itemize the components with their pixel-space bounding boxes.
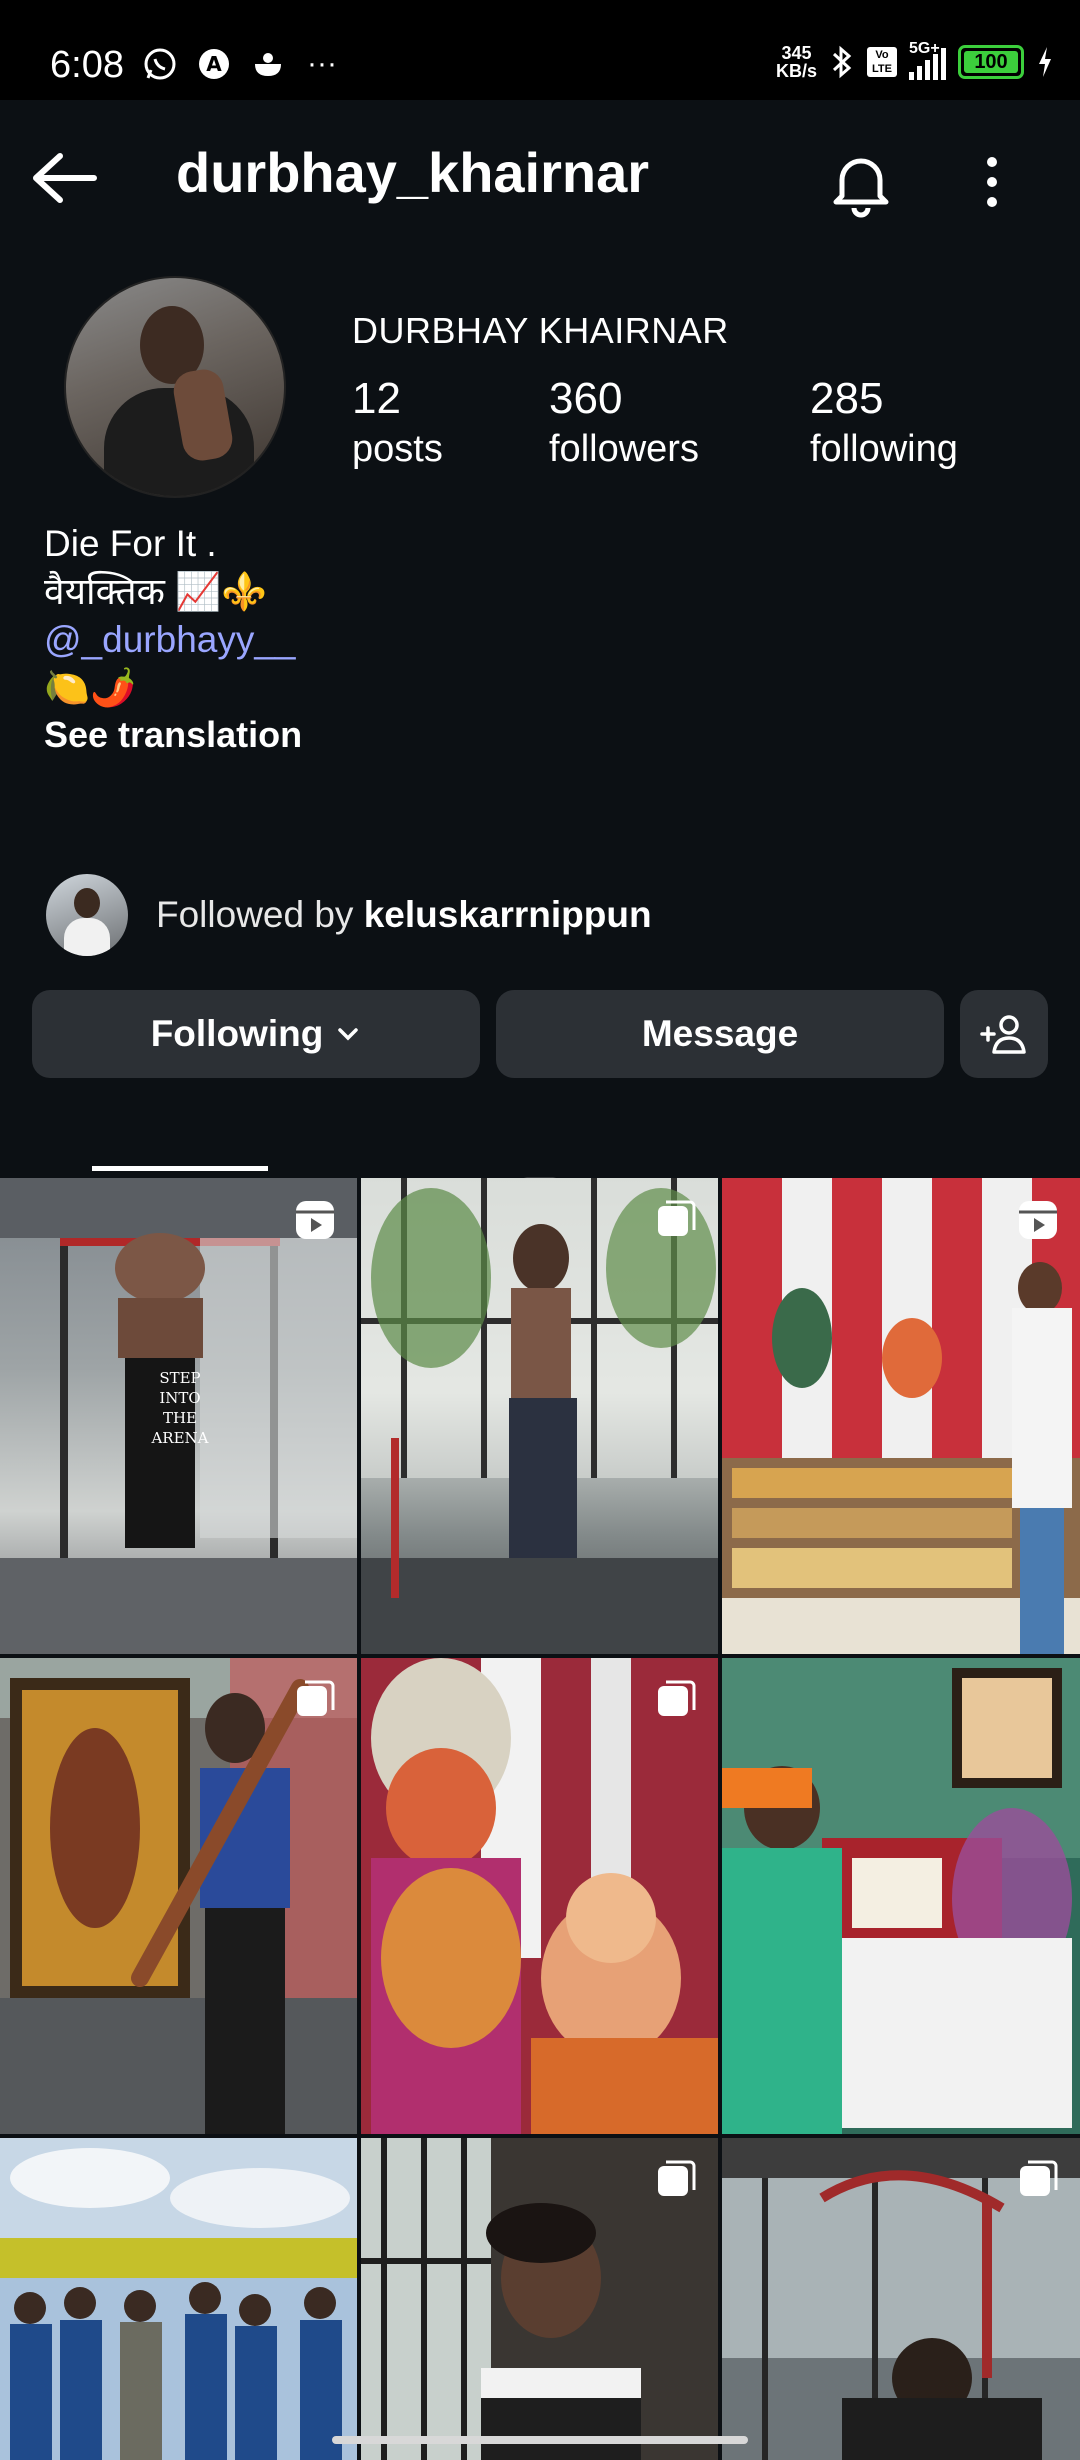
post-3-scene bbox=[722, 1178, 1080, 1654]
see-translation-link[interactable]: See translation bbox=[44, 714, 302, 756]
grid-post-2[interactable] bbox=[361, 1178, 718, 1654]
post-1-overlay-text: STEP INTO THE ARENA bbox=[151, 1369, 209, 1447]
network-speed-unit: KB/s bbox=[775, 61, 817, 81]
followed-by-prefix: Followed by bbox=[156, 894, 364, 935]
more-vertical-icon bbox=[987, 157, 997, 207]
bio-line-4: 🍋🌶️ bbox=[44, 667, 137, 708]
followers-label: followers bbox=[549, 428, 699, 470]
carousel-badge-icon bbox=[658, 2160, 696, 2196]
grid-post-4[interactable] bbox=[0, 1658, 357, 2134]
add-person-icon bbox=[980, 1015, 1026, 1054]
followers-stat[interactable]: 360 followers bbox=[549, 374, 699, 471]
post-2-scene bbox=[361, 1178, 718, 1654]
notifications-button[interactable] bbox=[826, 148, 896, 218]
profile-bio: Die For It . वैयक्तिक 📈⚜️ @_durbhayy__ 🍋… bbox=[44, 520, 296, 712]
active-tab-indicator bbox=[92, 1166, 268, 1171]
status-time: 6:08 bbox=[50, 44, 124, 86]
svg-text:A: A bbox=[206, 52, 222, 76]
battery-level: 100 bbox=[964, 51, 1018, 73]
post-4-scene bbox=[0, 1658, 357, 2134]
carousel-badge-icon bbox=[297, 1680, 335, 1716]
profile-username: durbhay_khairnar bbox=[176, 141, 650, 204]
posts-label: posts bbox=[352, 428, 443, 470]
chevron-down-icon bbox=[338, 1028, 359, 1041]
post-7-scene bbox=[0, 2138, 357, 2460]
network-speed: 345 KB/s bbox=[776, 44, 817, 80]
bluetooth-icon bbox=[832, 45, 852, 79]
mutual-avatar-head bbox=[74, 888, 100, 918]
post-6-scene bbox=[722, 1658, 1080, 2134]
reel-badge-icon bbox=[1019, 1201, 1057, 1239]
network-type: 5G+ bbox=[909, 40, 940, 57]
options-menu-button[interactable] bbox=[968, 148, 1016, 218]
app-notification-icon bbox=[255, 53, 281, 76]
posts-stat[interactable]: 12 posts bbox=[352, 374, 443, 471]
network-speed-value: 345 bbox=[781, 43, 812, 63]
bio-mention-link[interactable]: @_durbhayy__ bbox=[44, 616, 296, 664]
carousel-badge-icon bbox=[658, 1680, 696, 1716]
grid-post-3[interactable] bbox=[722, 1178, 1080, 1654]
suggested-users-button[interactable] bbox=[960, 990, 1048, 1078]
charging-icon bbox=[1039, 47, 1051, 77]
grid-post-5[interactable] bbox=[361, 1658, 718, 2134]
notification-icons: A ··· bbox=[142, 46, 340, 82]
back-button[interactable] bbox=[30, 148, 102, 208]
back-arrow-icon bbox=[33, 153, 97, 203]
followers-count: 360 bbox=[549, 374, 623, 423]
reel-badge-icon bbox=[296, 1201, 334, 1239]
following-button-label: Following bbox=[150, 1013, 324, 1054]
grid-post-8[interactable] bbox=[361, 2138, 718, 2460]
following-stat[interactable]: 285 following bbox=[810, 374, 958, 471]
whatsapp-icon bbox=[144, 48, 176, 80]
grid-post-1[interactable]: STEP INTO THE ARENA bbox=[0, 1178, 357, 1654]
message-button-label: Message bbox=[641, 1013, 799, 1054]
grid-post-6[interactable] bbox=[722, 1658, 1080, 2134]
carousel-badge-icon bbox=[658, 1200, 696, 1236]
following-button[interactable]: Following bbox=[32, 990, 480, 1078]
following-count: 285 bbox=[810, 374, 884, 423]
posts-count: 12 bbox=[352, 374, 401, 423]
bio-line-2: वैयक्तिक 📈⚜️ bbox=[44, 571, 268, 612]
followed-by-text: Followed by keluskarrnippun bbox=[156, 894, 652, 936]
more-notifications-icon: ··· bbox=[307, 47, 337, 80]
home-indicator[interactable] bbox=[332, 2436, 748, 2444]
mutual-follower-avatar bbox=[46, 874, 128, 956]
mutual-avatar-body bbox=[64, 918, 110, 956]
bell-icon bbox=[833, 158, 889, 218]
profile-avatar[interactable] bbox=[64, 276, 286, 498]
status-bar: 6:08 A ··· 345 KB/s Vo LTE 5G+ 100 bbox=[0, 0, 1080, 100]
grid-post-7[interactable] bbox=[0, 2138, 357, 2460]
posts-grid: STEP INTO THE ARENA bbox=[0, 1178, 1080, 2460]
signal-icon: 5G+ bbox=[909, 40, 946, 80]
volte-icon: Vo LTE bbox=[867, 47, 897, 77]
battery-icon: 100 bbox=[958, 45, 1024, 79]
message-button[interactable]: Message bbox=[496, 990, 944, 1078]
profile-screen: durbhay_khairnar DURBHAY KHAIRNAR 12 pos… bbox=[0, 100, 1080, 2460]
post-5-scene bbox=[371, 1658, 718, 2134]
carousel-badge-icon bbox=[1020, 2160, 1058, 2196]
display-name: DURBHAY KHAIRNAR bbox=[352, 310, 729, 351]
grid-post-9[interactable] bbox=[722, 2138, 1080, 2460]
followed-by-name: keluskarrnippun bbox=[363, 894, 652, 935]
status-indicators: 345 KB/s Vo LTE 5G+ 100 bbox=[776, 40, 1054, 80]
followed-by-row[interactable]: Followed by keluskarrnippun bbox=[46, 874, 652, 956]
bio-line-1: Die For It . bbox=[44, 523, 217, 564]
following-label: following bbox=[810, 428, 958, 470]
top-bar: durbhay_khairnar bbox=[0, 100, 1080, 255]
autofill-icon: A bbox=[199, 49, 229, 79]
